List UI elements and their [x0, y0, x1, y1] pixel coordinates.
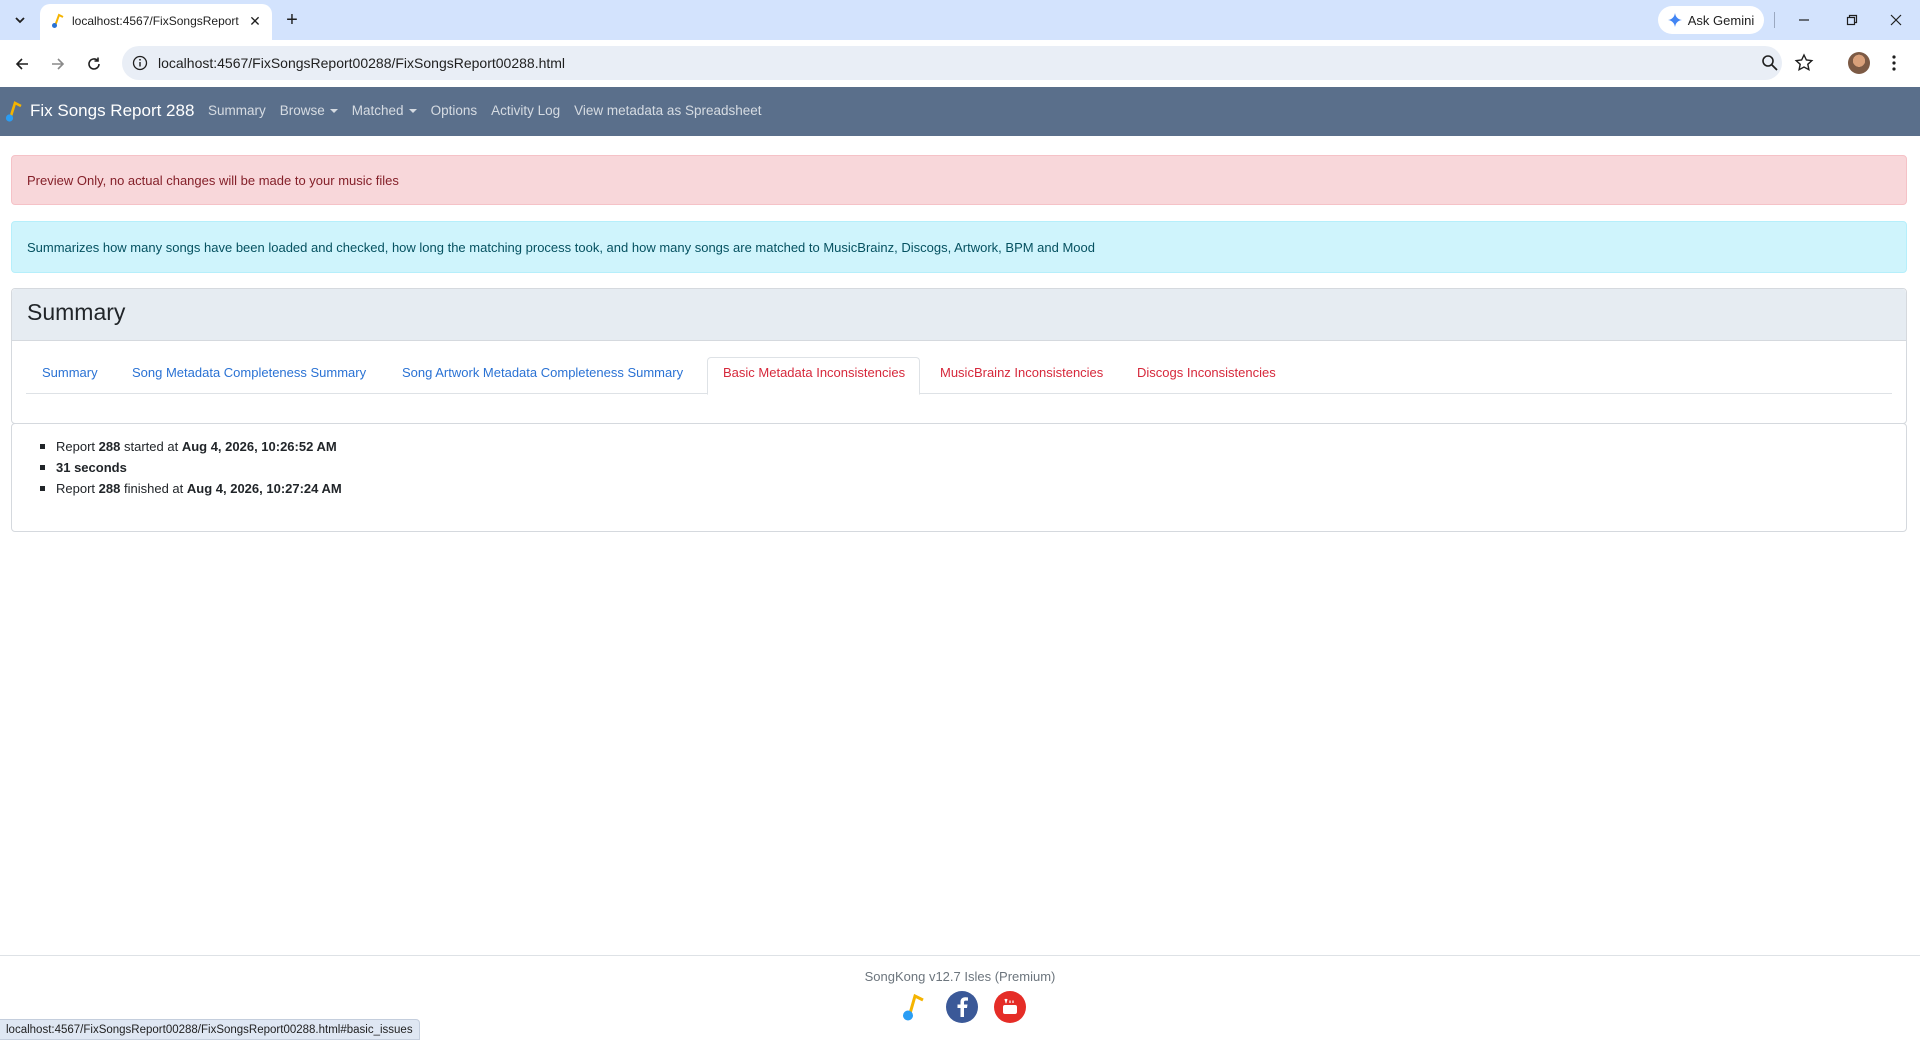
report-number: 288	[98, 439, 121, 454]
status-bar-url: localhost:4567/FixSongsReport00288/FixSo…	[0, 1019, 420, 1040]
minimize-icon[interactable]	[1784, 6, 1824, 34]
nav-summary-label: Summary	[208, 103, 266, 118]
tab-title: localhost:4567/FixSongsReport	[72, 14, 239, 28]
footer-divider	[0, 955, 1920, 956]
nav-view-spreadsheet-label: View metadata as Spreadsheet	[574, 103, 762, 118]
browser-toolbar: localhost:4567/FixSongsReport00288/FixSo…	[0, 40, 1920, 87]
tabs-divider	[26, 393, 1892, 394]
new-tab-icon[interactable]: +	[280, 8, 304, 32]
tab-search-chevron-icon[interactable]	[8, 8, 32, 32]
caret-down-icon	[329, 109, 338, 114]
tab-song-artwork-metadata-completeness[interactable]: Song Artwork Metadata Completeness Summa…	[402, 365, 683, 380]
nav-browse-dropdown[interactable]: Browse	[280, 103, 338, 118]
youtube-icon[interactable]	[994, 991, 1026, 1023]
finished-prefix: Report	[56, 481, 96, 496]
card-header: Summary	[12, 289, 1906, 341]
footer-version: SongKong v12.7 Isles (Premium)	[864, 969, 1056, 984]
divider	[1774, 12, 1775, 28]
close-tab-icon[interactable]: ✕	[246, 12, 264, 30]
started-prefix: Report	[56, 439, 96, 454]
ask-gemini-label: Ask Gemini	[1687, 12, 1755, 28]
duration: 31 seconds	[56, 460, 127, 475]
started-mid: started at	[123, 439, 179, 454]
zoom-icon[interactable]	[1760, 53, 1780, 73]
footer-social-links	[898, 991, 1026, 1023]
report-details-list: Report 288 started at Aug 4, 2026, 10:26…	[40, 436, 342, 499]
tab-basic-metadata-inconsistencies[interactable]: Basic Metadata Inconsistencies	[723, 365, 905, 380]
reload-icon[interactable]	[80, 50, 108, 78]
nav-activity-log-label: Activity Log	[491, 103, 561, 118]
navbar-brand[interactable]: Fix Songs Report 288	[4, 100, 194, 122]
songkong-logo-icon	[5, 101, 22, 122]
nav-options[interactable]: Options	[431, 103, 478, 118]
report-details-panel: Report 288 started at Aug 4, 2026, 10:26…	[11, 423, 1907, 532]
songkong-favicon-icon	[52, 13, 64, 28]
tab-summary[interactable]: Summary	[42, 365, 98, 380]
songkong-icon[interactable]	[898, 991, 930, 1023]
forward-arrow-icon[interactable]	[44, 50, 72, 78]
caret-down-icon	[408, 109, 417, 114]
nav-options-label: Options	[430, 103, 478, 118]
back-arrow-icon[interactable]	[8, 50, 36, 78]
finished-mid: finished at	[123, 481, 184, 496]
started-time: Aug 4, 2026, 10:26:52 AM	[181, 439, 337, 454]
card-title: Summary	[27, 299, 126, 325]
gemini-sparkle-icon	[1667, 13, 1682, 27]
nav-summary[interactable]: Summary	[208, 103, 266, 118]
facebook-icon[interactable]	[946, 991, 978, 1023]
tab-song-metadata-completeness[interactable]: Song Metadata Completeness Summary	[132, 365, 366, 380]
site-info-icon[interactable]	[130, 53, 150, 73]
browser-tab-active[interactable]: localhost:4567/FixSongsReport ✕	[40, 4, 272, 40]
nav-browse-label: Browse	[279, 103, 325, 118]
list-item-duration: 31 seconds	[40, 457, 342, 478]
report-navbar: Fix Songs Report 288 Summary Browse Matc…	[0, 87, 1920, 136]
preview-alert: Preview Only, no actual changes will be …	[11, 155, 1907, 205]
list-item-started: Report 288 started at Aug 4, 2026, 10:26…	[40, 436, 342, 457]
finished-time: Aug 4, 2026, 10:27:24 AM	[186, 481, 342, 496]
ask-gemini-button[interactable]: Ask Gemini	[1658, 6, 1764, 34]
restore-icon[interactable]	[1832, 6, 1872, 34]
nav-activity-log[interactable]: Activity Log	[491, 103, 560, 118]
nav-matched-dropdown[interactable]: Matched	[352, 103, 417, 118]
list-item-finished: Report 288 finished at Aug 4, 2026, 10:2…	[40, 478, 342, 499]
summary-card: Summary Summary Song Metadata Completene…	[11, 288, 1907, 424]
preview-alert-text: Preview Only, no actual changes will be …	[27, 173, 399, 188]
nav-view-spreadsheet[interactable]: View metadata as Spreadsheet	[574, 103, 761, 118]
navbar-links: Summary Browse Matched Options Activity …	[208, 103, 762, 118]
tab-discogs-inconsistencies[interactable]: Discogs Inconsistencies	[1137, 365, 1276, 380]
close-window-icon[interactable]	[1876, 6, 1916, 34]
report-number: 288	[98, 481, 121, 496]
profile-avatar[interactable]	[1848, 52, 1870, 74]
more-menu-icon[interactable]	[1884, 52, 1904, 74]
nav-matched-label: Matched	[351, 103, 404, 118]
info-alert-text: Summarizes how many songs have been load…	[27, 240, 1095, 255]
address-bar[interactable]: localhost:4567/FixSongsReport00288/FixSo…	[122, 46, 1814, 80]
browser-tab-strip: localhost:4567/FixSongsReport ✕ + Ask Ge…	[0, 0, 1920, 40]
info-alert: Summarizes how many songs have been load…	[11, 221, 1907, 273]
brand-title: Fix Songs Report 288	[30, 101, 195, 120]
bookmark-star-icon[interactable]	[1794, 53, 1814, 73]
page-content: Fix Songs Report 288 Summary Browse Matc…	[0, 87, 1920, 1040]
url-text: localhost:4567/FixSongsReport00288/FixSo…	[158, 55, 566, 71]
tab-musicbrainz-inconsistencies[interactable]: MusicBrainz Inconsistencies	[940, 365, 1103, 380]
